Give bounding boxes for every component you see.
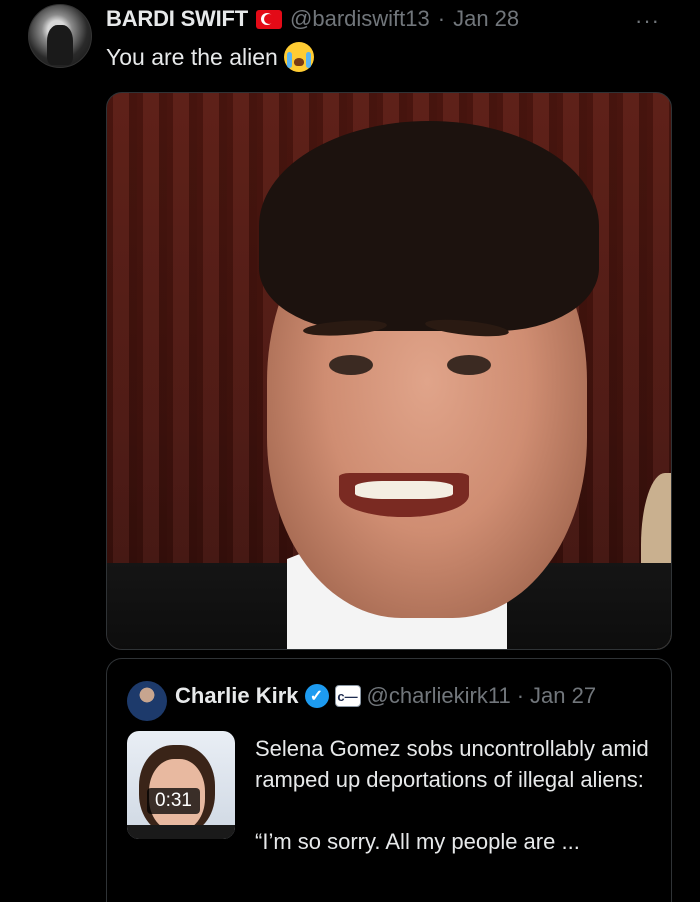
quoted-author-avatar[interactable] [127, 681, 167, 721]
loudly-crying-face-icon [283, 42, 314, 72]
quoted-author-handle[interactable]: @charliekirk11 [367, 683, 511, 709]
left-eye [329, 355, 373, 375]
thumbnail-shirt [127, 825, 235, 839]
video-duration-badge: 0:31 [147, 788, 200, 814]
turkey-flag-icon [256, 9, 283, 29]
quoted-video-thumbnail[interactable]: 0:31 [127, 731, 235, 839]
teeth [355, 481, 453, 499]
quoted-tweet[interactable]: Charlie Kirk ✓ c— @charliekirk11 · Jan 2… [106, 658, 672, 902]
hair [259, 121, 599, 331]
tweet-header: BARDI SWIFT @bardiswift13 · Jan 28 [106, 6, 519, 32]
author-avatar[interactable] [28, 4, 92, 68]
author-handle[interactable]: @bardiswift13 [290, 6, 430, 32]
verified-badge-icon: ✓ [304, 684, 329, 708]
quoted-tweet-date[interactable]: Jan 27 [530, 683, 596, 709]
separator-dot: · [516, 683, 525, 708]
quoted-text-paragraph-2: “I’m so sorry. All my people are ... [255, 829, 580, 854]
right-eye [447, 355, 491, 375]
tweet-text-content: You are the alien [106, 43, 278, 70]
tweet-date[interactable]: Jan 28 [453, 6, 519, 32]
more-options-icon[interactable]: ··· [635, 8, 660, 34]
quoted-tweet-header: Charlie Kirk ✓ c— @charliekirk11 · Jan 2… [175, 683, 596, 709]
quoted-author-display-name[interactable]: Charlie Kirk [175, 683, 299, 709]
tweet-text: You are the alien [106, 42, 314, 72]
author-display-name[interactable]: BARDI SWIFT [106, 6, 248, 32]
quoted-text-paragraph-1: Selena Gomez sobs uncontrollably amid ra… [255, 736, 649, 792]
tweet-media-image[interactable] [106, 92, 672, 650]
affiliate-badge-icon[interactable]: c— [334, 685, 361, 707]
separator-dot: · [437, 6, 446, 31]
quoted-tweet-text: Selena Gomez sobs uncontrollably amid ra… [255, 733, 655, 857]
